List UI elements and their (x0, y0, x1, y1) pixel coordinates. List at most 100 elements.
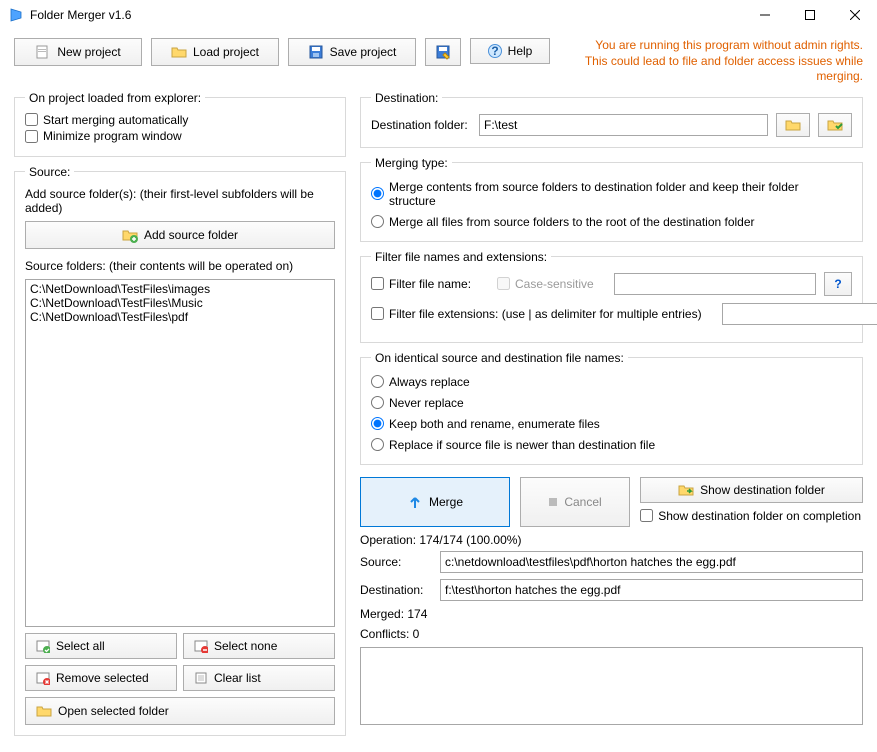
identical-radio-1[interactable]: Always replace (371, 375, 840, 389)
select-all-icon (36, 639, 50, 653)
toolbar: New project Load project Save project ? … (14, 38, 863, 85)
list-item[interactable]: C:\NetDownload\TestFiles\images (28, 282, 332, 296)
identical-input-3[interactable] (371, 417, 384, 430)
remove-selected-label: Remove selected (56, 671, 149, 685)
maximize-button[interactable] (787, 0, 832, 30)
remove-selected-button[interactable]: Remove selected (25, 665, 177, 691)
identical-radio-4[interactable]: Replace if source file is newer than des… (371, 438, 840, 452)
merge-type-label-2: Merge all files from source folders to t… (389, 215, 755, 229)
merge-arrow-icon (407, 494, 423, 510)
source-path-label: Source: (360, 555, 432, 569)
destination-group: Destination: Destination folder: (360, 91, 863, 148)
help-icon: ? (834, 277, 841, 291)
save-as-icon (435, 44, 451, 60)
log-textbox[interactable] (360, 647, 863, 725)
show-on-completion-checkbox[interactable]: Show destination folder on completion (640, 509, 863, 523)
folder-icon (36, 703, 52, 719)
destination-path-value: f:\test\horton hatches the egg.pdf (440, 579, 863, 601)
folder-add-icon (122, 227, 138, 243)
list-item[interactable]: C:\NetDownload\TestFiles\pdf (28, 310, 332, 324)
case-sensitive-checkbox[interactable]: Case-sensitive (497, 277, 594, 291)
titlebar: Folder Merger v1.6 (0, 0, 877, 30)
folder-open-icon (171, 44, 187, 60)
show-destination-label: Show destination folder (700, 483, 825, 497)
browse-destination-button[interactable] (776, 113, 810, 137)
case-sensitive-input[interactable] (497, 277, 510, 290)
source-list-label: Source folders: (their contents will be … (25, 259, 335, 273)
minimize-label: Minimize program window (43, 129, 182, 143)
cancel-button[interactable]: Cancel (520, 477, 630, 527)
identical-input-2[interactable] (371, 396, 384, 409)
source-folders-listbox[interactable]: C:\NetDownload\TestFiles\images C:\NetDo… (25, 279, 335, 627)
new-project-label: New project (57, 45, 120, 59)
load-project-label: Load project (193, 45, 259, 59)
explorer-options-legend: On project loaded from explorer: (25, 91, 205, 105)
select-none-icon (194, 639, 208, 653)
confirm-destination-button[interactable] (818, 113, 852, 137)
window-title: Folder Merger v1.6 (30, 8, 742, 22)
admin-warning: You are running this program without adm… (559, 38, 863, 85)
list-item[interactable]: C:\NetDownload\TestFiles\Music (28, 296, 332, 310)
cancel-button-label: Cancel (564, 495, 601, 509)
admin-warning-line2: This could lead to file and folder acces… (559, 54, 863, 85)
source-path-value: c:\netdownload\testfiles\pdf\horton hatc… (440, 551, 863, 573)
identical-legend: On identical source and destination file… (371, 351, 628, 365)
show-on-completion-input[interactable] (640, 509, 653, 522)
help-button[interactable]: ? Help (470, 38, 550, 64)
add-source-folder-button[interactable]: Add source folder (25, 221, 335, 249)
start-auto-checkbox[interactable]: Start merging automatically (25, 113, 188, 127)
filter-group: Filter file names and extensions: Filter… (360, 250, 863, 343)
open-selected-folder-button[interactable]: Open selected folder (25, 697, 335, 725)
identical-radio-2[interactable]: Never replace (371, 396, 840, 410)
destination-path-label: Destination: (360, 583, 432, 597)
select-none-button[interactable]: Select none (183, 633, 335, 659)
show-on-completion-label: Show destination folder on completion (658, 509, 861, 523)
folder-go-icon (678, 483, 694, 497)
merge-type-label-1: Merge contents from source folders to de… (389, 180, 840, 208)
close-button[interactable] (832, 0, 877, 30)
filter-name-text-input[interactable] (614, 273, 816, 295)
minimize-checkbox[interactable]: Minimize program window (25, 129, 182, 143)
filter-name-input[interactable] (371, 277, 384, 290)
merge-button-label: Merge (429, 495, 463, 509)
identical-input-4[interactable] (371, 438, 384, 451)
stop-icon (548, 497, 558, 507)
save-as-button[interactable] (425, 38, 461, 66)
show-destination-button[interactable]: Show destination folder (640, 477, 863, 503)
merging-type-group: Merging type: Merge contents from source… (360, 156, 863, 242)
filter-name-help-button[interactable]: ? (824, 272, 852, 296)
merge-button[interactable]: Merge (360, 477, 510, 527)
filter-ext-checkbox[interactable]: Filter file extensions: (use | as delimi… (371, 307, 702, 321)
identical-radio-3[interactable]: Keep both and rename, enumerate files (371, 417, 840, 431)
new-project-icon (35, 44, 51, 60)
merging-type-legend: Merging type: (371, 156, 452, 170)
merge-type-input-2[interactable] (371, 215, 384, 228)
minimize-input[interactable] (25, 130, 38, 143)
identical-label-2: Never replace (389, 396, 464, 410)
app-icon (8, 7, 24, 23)
folder-icon (785, 118, 801, 132)
merge-type-input-1[interactable] (371, 187, 384, 200)
filter-ext-input[interactable] (371, 307, 384, 320)
identical-input-1[interactable] (371, 375, 384, 388)
source-legend: Source: (25, 165, 74, 179)
new-project-button[interactable]: New project (14, 38, 142, 66)
merge-type-radio-1[interactable]: Merge contents from source folders to de… (371, 180, 840, 208)
filter-name-checkbox[interactable]: Filter file name: (371, 277, 489, 291)
clear-list-button[interactable]: Clear list (183, 665, 335, 691)
select-all-button[interactable]: Select all (25, 633, 177, 659)
folder-check-icon (827, 118, 843, 132)
minimize-button[interactable] (742, 0, 787, 30)
merged-count: Merged: 174 (360, 607, 863, 621)
save-project-button[interactable]: Save project (288, 38, 416, 66)
filter-ext-text-input[interactable] (722, 303, 877, 325)
explorer-options-group: On project loaded from explorer: Start m… (14, 91, 346, 157)
open-selected-label: Open selected folder (58, 704, 169, 718)
admin-warning-line1: You are running this program without adm… (559, 38, 863, 54)
destination-folder-input[interactable] (479, 114, 768, 136)
case-sensitive-label: Case-sensitive (515, 277, 594, 291)
merge-type-radio-2[interactable]: Merge all files from source folders to t… (371, 215, 840, 229)
save-project-label: Save project (330, 45, 397, 59)
load-project-button[interactable]: Load project (151, 38, 279, 66)
start-auto-input[interactable] (25, 113, 38, 126)
